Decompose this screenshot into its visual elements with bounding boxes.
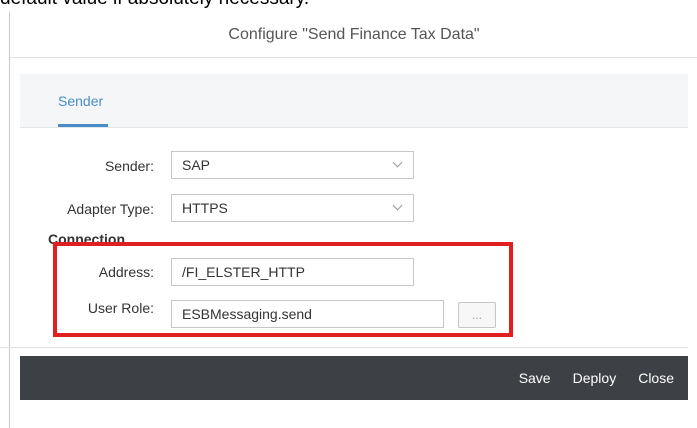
save-button[interactable]: Save [519, 370, 551, 386]
dialog-title: Configure "Send Finance Tax Data" [10, 12, 697, 58]
cropped-instruction-text: default value if absolutely necessary. [0, 0, 309, 10]
chevron-down-icon [392, 200, 403, 211]
dialog-footer: Save Deploy Close [20, 356, 688, 400]
sender-label: Sender: [104, 158, 154, 174]
chevron-down-icon [392, 157, 403, 168]
adapter-type-select[interactable]: HTTPS [171, 194, 414, 222]
sender-select[interactable]: SAP [171, 151, 414, 179]
deploy-button[interactable]: Deploy [573, 370, 617, 386]
sender-select-value: SAP [182, 157, 211, 173]
tab-sender[interactable]: Sender [58, 74, 103, 128]
close-button[interactable]: Close [638, 370, 674, 386]
highlight-box [53, 242, 513, 337]
adapter-type-select-value: HTTPS [182, 200, 228, 216]
adapter-type-label: Adapter Type: [67, 201, 154, 217]
tab-bar: Sender [20, 74, 688, 128]
footer-divider [0, 347, 688, 348]
active-tab-indicator [58, 124, 108, 127]
